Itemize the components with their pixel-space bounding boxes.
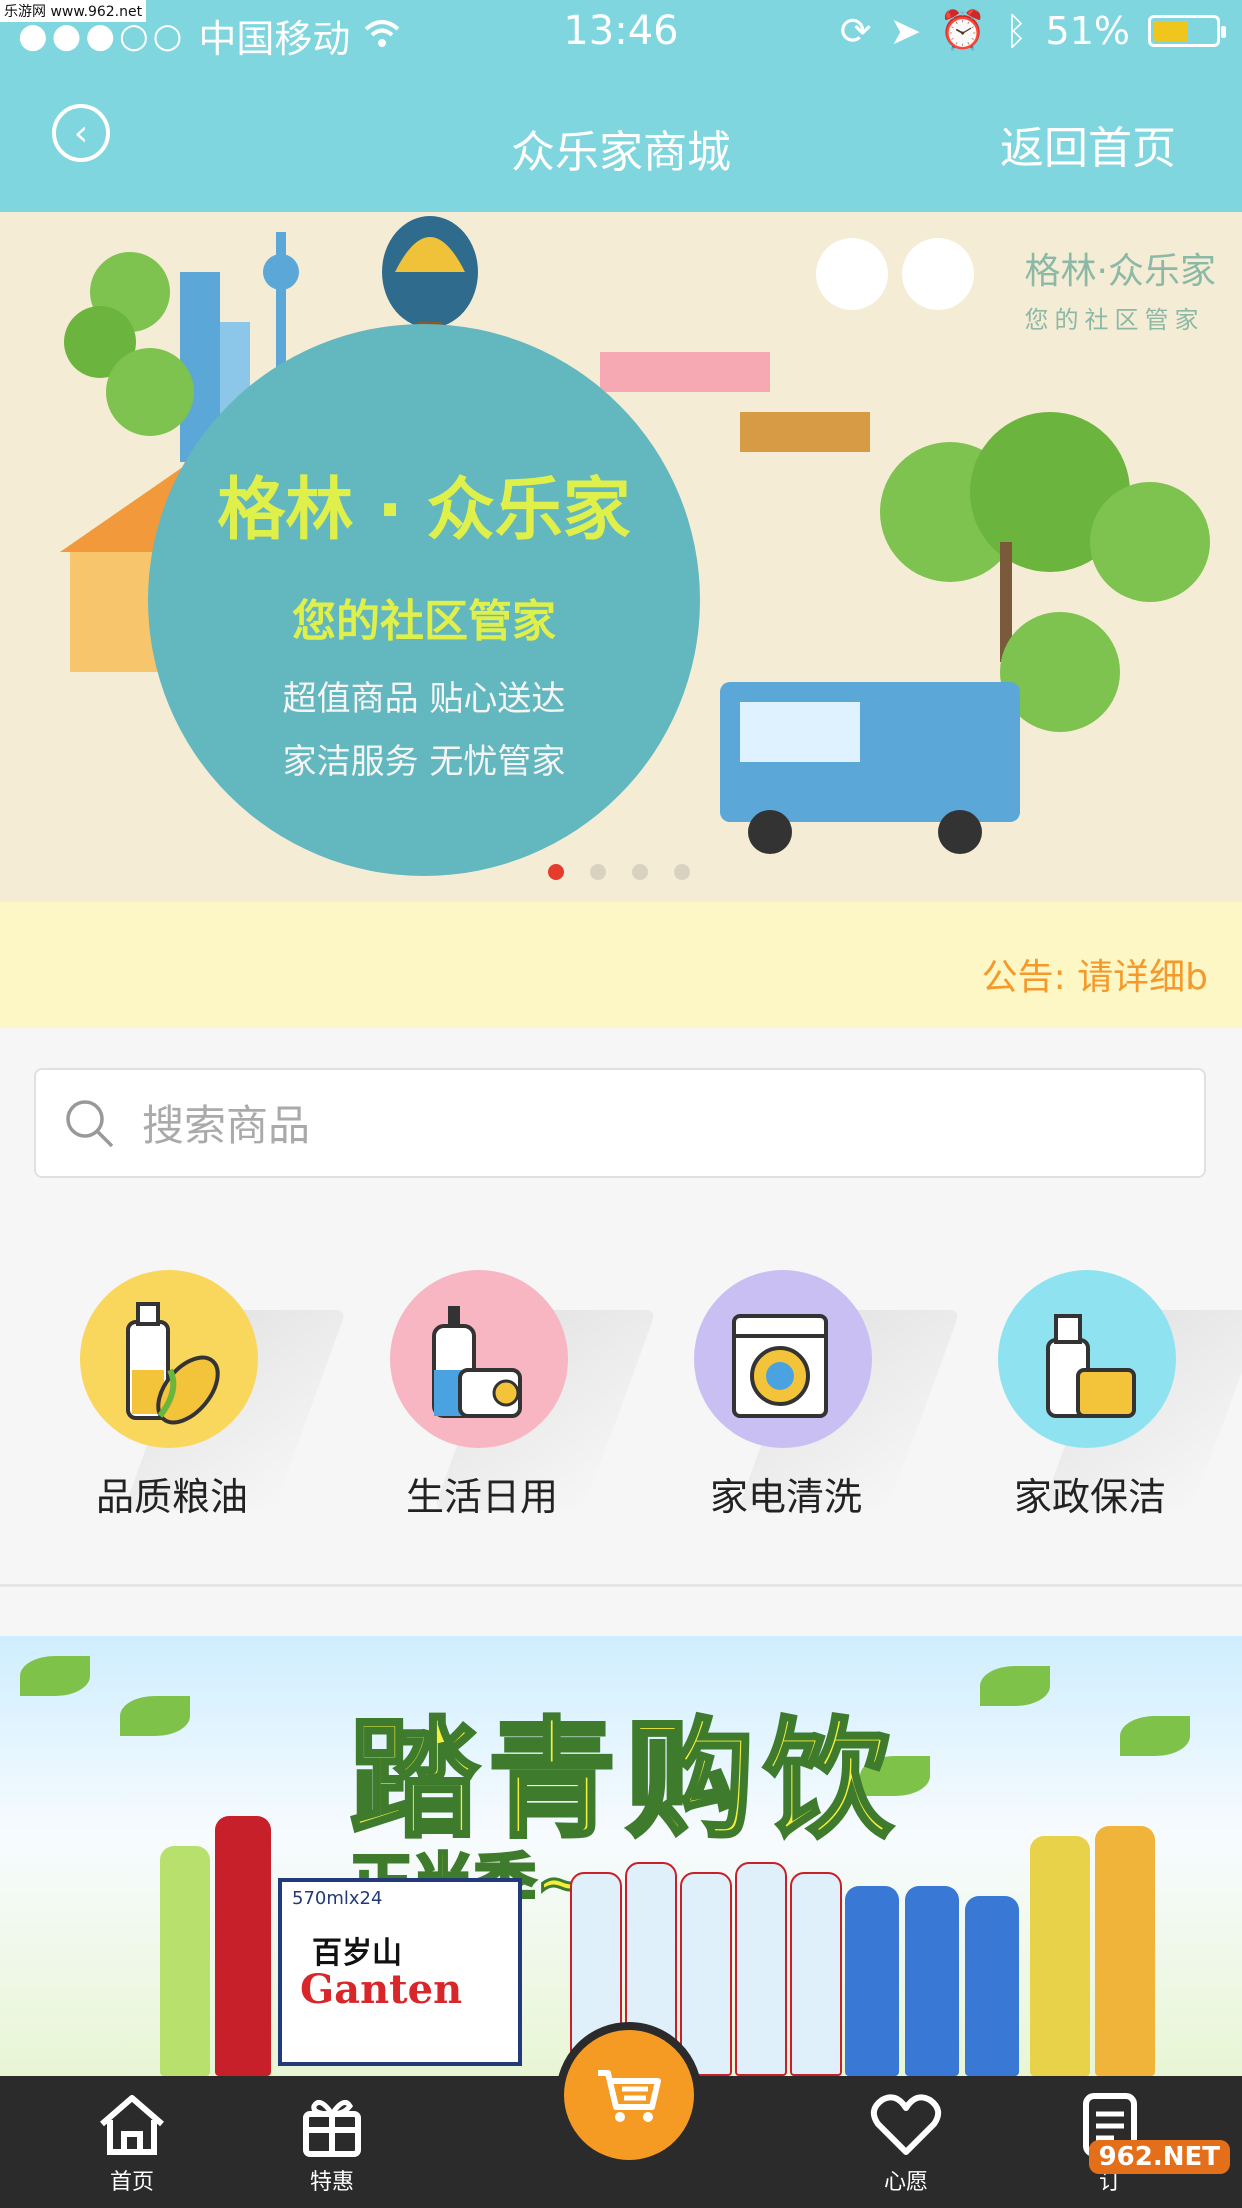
gift-icon: [303, 2099, 361, 2157]
category-label: 品质粮油: [95, 1475, 248, 1519]
sports-drink-bottle: [965, 1896, 1019, 2076]
bottle-tissue-icon: [432, 1306, 522, 1418]
category-appliance-cleaning[interactable]: 家电清洗: [614, 1230, 961, 1580]
zhonglejia-logo: [902, 238, 974, 310]
category-grain-oil[interactable]: 品质粮油: [0, 1230, 347, 1580]
water-box: 570mlx24 百岁山 Ganten: [278, 1878, 522, 2066]
category-housekeeping[interactable]: 家政保洁: [918, 1230, 1242, 1580]
category-label: 家电清洗: [709, 1475, 862, 1519]
washing-machine-icon: [732, 1314, 828, 1418]
cart-button[interactable]: [556, 2022, 702, 2168]
carousel-indicator: [548, 864, 690, 880]
status-bar: 乐游网 www.962.net ●●●○○ 中国移动 13:46 ⟳ ➤ ⏰ ᛒ…: [0, 0, 1242, 66]
tab-label: 首页: [109, 2170, 154, 2195]
soda-bottle: [160, 1846, 210, 2076]
carousel-dot[interactable]: [674, 864, 690, 880]
water-box-size: 570mlx24: [292, 1888, 383, 1909]
carousel-dot[interactable]: [632, 864, 648, 880]
carousel-dot[interactable]: [548, 864, 564, 880]
banner-brand-title: 格林·众乐家: [1024, 251, 1216, 292]
tab-home[interactable]: 首页: [62, 2076, 202, 2208]
water-bottle: [735, 1862, 787, 2076]
tab-label: 心愿: [883, 2170, 928, 2195]
search-box[interactable]: [34, 1068, 1206, 1178]
category-label: 家政保洁: [1013, 1475, 1166, 1519]
notice-text: 公告: 请详细b: [981, 957, 1208, 998]
leaf-decoration: [120, 1696, 190, 1736]
water-bottle: [680, 1872, 732, 2076]
nav-bar: ‹ 众乐家商城 返回首页: [0, 66, 1242, 212]
leaf-decoration: [1120, 1716, 1190, 1756]
promo-banner[interactable]: 踏青购饮 正当季~ 570mlx24 百岁山 Ganten: [0, 1636, 1242, 2076]
tab-deals[interactable]: 特惠: [262, 2076, 402, 2208]
alarm-icon: ⏰: [939, 8, 987, 52]
notice-bar[interactable]: 公告: 请详细b: [0, 902, 1242, 1028]
sports-drink-bottle: [905, 1886, 959, 2076]
brand-logo: [816, 238, 888, 310]
banner-line-2: 家洁服务 无忧管家: [282, 742, 566, 782]
battery-fill: [1154, 20, 1188, 41]
category-daily-use[interactable]: 生活日用: [310, 1230, 657, 1580]
search-icon: [66, 1100, 114, 1148]
home-link[interactable]: 返回首页: [1000, 112, 1176, 176]
cart-icon: [598, 2070, 661, 2122]
location-icon: ➤: [889, 8, 922, 53]
rotation-lock-icon: ⟳: [839, 8, 872, 53]
ice-tea-bottle: [1095, 1826, 1155, 2076]
green-tea-bottle: [1030, 1836, 1090, 2076]
banner-brand: 格林·众乐家 您的社区管家: [1025, 242, 1216, 335]
water-box-logo: Ganten: [300, 1966, 463, 2013]
battery-icon: [1148, 14, 1226, 47]
category-grid: 品质粮油 生活日用 家电清洗 家政保洁: [0, 1230, 1242, 1580]
banner-circle: 格林 · 众乐家 您的社区管家 超值商品 贴心送达 家洁服务 无忧管家: [148, 324, 700, 876]
bottom-tab-bar: 首页 特惠 心愿 订 962.NET: [0, 2022, 1242, 2208]
section-divider: [0, 1584, 1242, 1587]
battery-percent: 51%: [1045, 8, 1130, 53]
oil-corn-icon: [126, 1302, 220, 1425]
heart-icon: [870, 2094, 942, 2155]
search-input[interactable]: [140, 1100, 1144, 1151]
bluetooth-icon: ᛒ: [1004, 8, 1028, 53]
water-bottle: [790, 1872, 842, 2076]
status-right: ⟳ ➤ ⏰ ᛒ 51%: [839, 8, 1226, 53]
tab-wishlist[interactable]: 心愿: [836, 2076, 976, 2208]
banner-subtitle: 您的社区管家: [292, 596, 556, 647]
tab-label: 特惠: [309, 2170, 354, 2195]
leaf-decoration: [20, 1656, 90, 1696]
banner-title: 格林 · 众乐家: [217, 471, 631, 550]
home-icon: [100, 2095, 164, 2155]
banner-line-1: 超值商品 贴心送达: [282, 679, 566, 719]
cola-bottle: [215, 1816, 271, 2076]
sports-drink-bottle: [845, 1886, 899, 2076]
spray-cloth-icon: [1046, 1314, 1136, 1418]
leaf-decoration: [980, 1666, 1050, 1706]
banner-carousel[interactable]: 格林·众乐家 您的社区管家 格林 · 众乐家 您的社区管家 超值商品 贴心送达 …: [0, 212, 1242, 902]
carousel-dot[interactable]: [590, 864, 606, 880]
watermark-logo: 962.NET: [1088, 2140, 1230, 2174]
banner-brand-subtitle: 您的社区管家: [1024, 306, 1205, 334]
category-label: 生活日用: [405, 1475, 558, 1519]
